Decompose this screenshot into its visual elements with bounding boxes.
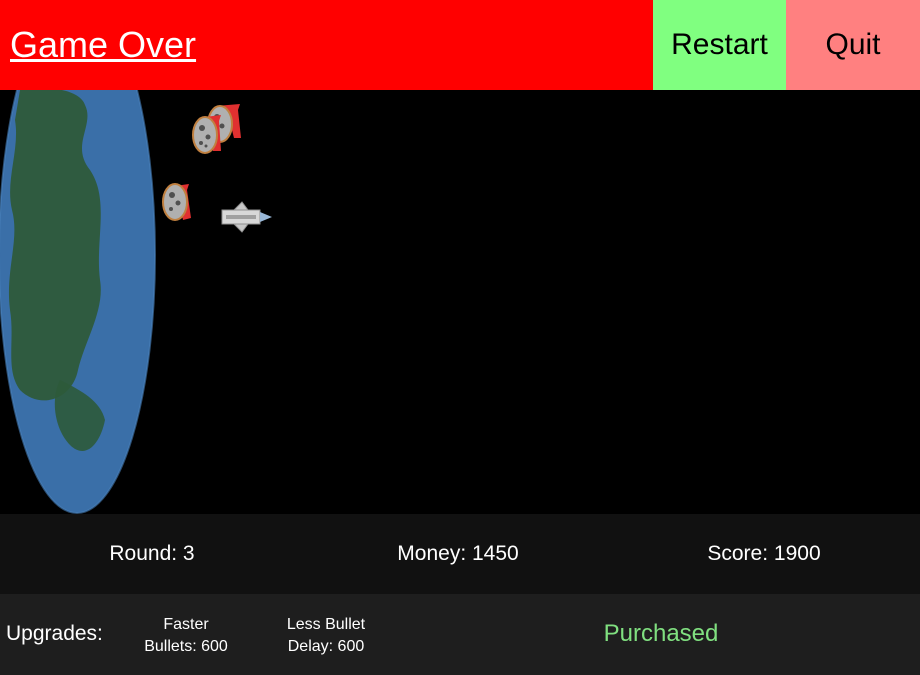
player-spaceship xyxy=(221,201,272,233)
asteroid xyxy=(162,183,191,221)
upgrades-label: Upgrades: xyxy=(6,622,103,645)
quit-button[interactable]: Quit xyxy=(786,0,920,90)
upgrade-price: Delay: 600 xyxy=(287,638,365,655)
title-bar: Game Over xyxy=(0,0,653,90)
round-counter: Round: 3 xyxy=(109,542,195,565)
purchased-status: Purchased xyxy=(603,620,719,647)
restart-button[interactable]: Restart xyxy=(653,0,786,90)
upgrade-price: Bullets: 600 xyxy=(144,638,228,655)
upgrades-bar: Upgrades: Faster Bullets: 600 Less Bulle… xyxy=(0,594,920,675)
stats-bar: Round: 3 Money: 1450 Score: 1900 xyxy=(0,514,920,594)
top-bar: Game Over Restart Quit xyxy=(0,0,920,90)
faster-bullets-upgrade[interactable]: Faster Bullets: 600 xyxy=(126,614,246,658)
score-counter: Score: 1900 xyxy=(707,542,821,565)
asteroid xyxy=(192,115,221,154)
game-scene xyxy=(0,90,272,514)
upgrade-name: Faster xyxy=(163,616,209,633)
game-canvas xyxy=(0,90,920,514)
upgrade-name: Less Bullet xyxy=(286,616,366,633)
game-over-title: Game Over xyxy=(10,24,197,65)
less-bullet-delay-upgrade[interactable]: Less Bullet Delay: 600 xyxy=(266,614,386,658)
planet-earth xyxy=(0,90,156,514)
money-counter: Money: 1450 xyxy=(397,542,519,565)
